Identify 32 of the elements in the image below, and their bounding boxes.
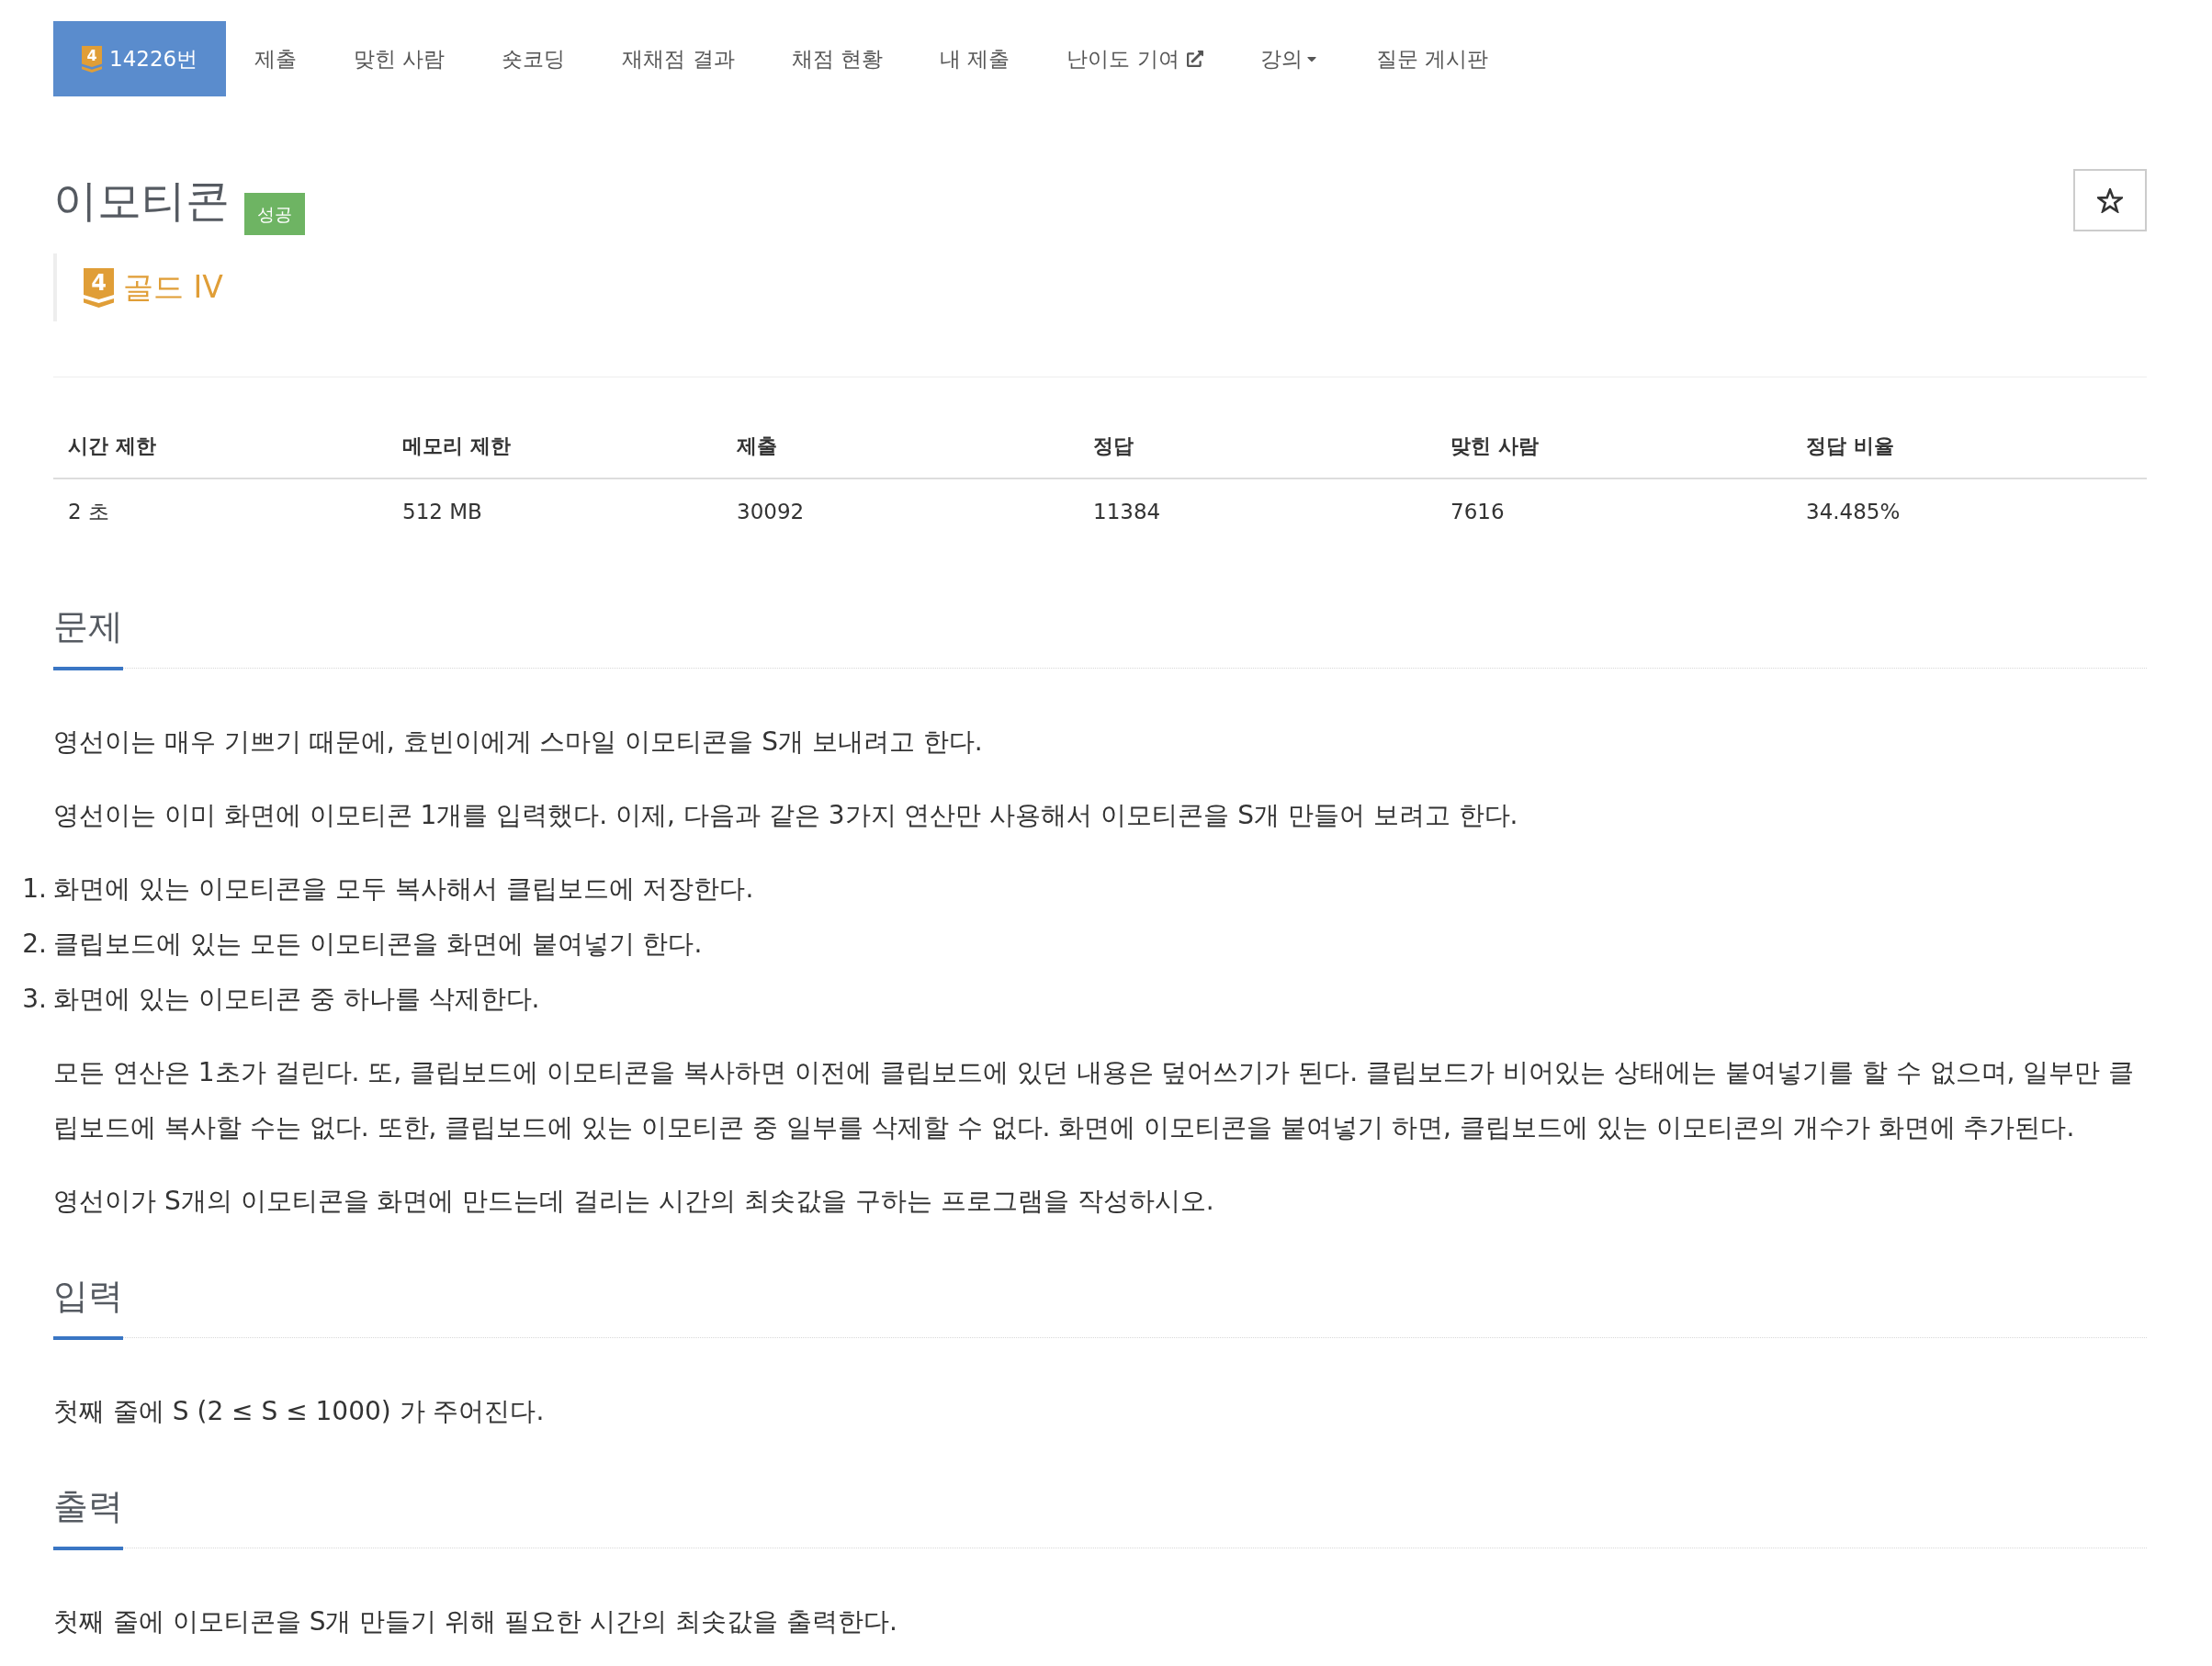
external-link-icon: [1186, 51, 1203, 67]
section-heading: 문제: [53, 605, 123, 670]
column-header: 메모리 제한: [401, 433, 512, 459]
table-cell-text: 2 초: [67, 498, 110, 525]
paragraph: 영선이는 매우 기쁘기 때문에, 효빈이에게 스마일 이모티콘을 S개 보내려고 한다.: [53, 726, 984, 759]
list-item-text: 클립보드에 있는 모든 이모티콘을 화면에 붙여넣기 한다.: [53, 928, 703, 961]
column-header: 정답 비율: [1805, 433, 1895, 459]
column-header: 맞힌 사람: [1450, 433, 1540, 459]
list-number: 1.: [21, 872, 47, 906]
paragraph: 모든 연산은 1초가 걸린다. 또, 클립보드에 이모티콘을 복사하면 이전에 클립보드에 있던 내용은 덮어쓰기가 된다. 클립보드가 비어있는 상태에는 붙여넣기를 할 수 없으며, 일부만 클립보드에 복사할 수는 없다. 또한, 클립보드에 있는 이모티콘 중 일부를 삭제할 수 없다. 화면에 이모티콘을 붙여넣기 하면, 클립보드에 있는 이모티콘의 개수가 화면에 추가된다.: [53, 1056, 2136, 1144]
favorite-button[interactable]: [2073, 169, 2147, 231]
list-item-text: 화면에 있는 이모티콘을 모두 복사해서 클립보드에 저장한다.: [53, 872, 754, 906]
column-header: 정답: [1092, 433, 1134, 459]
section-heading: 입력: [53, 1275, 123, 1340]
table-cell-text: 512 MB: [401, 498, 483, 525]
list-number: 3.: [21, 983, 47, 1016]
paragraph: 첫째 줄에 이모티콘을 S개 만들기 위해 필요한 시간의 최솟값을 출력한다.: [53, 1605, 898, 1638]
column-header: 제출: [736, 433, 778, 459]
list-item-text: 화면에 있는 이모티콘 중 하나를 삭제한다.: [53, 983, 540, 1016]
list-number: 2.: [21, 928, 47, 961]
table-cell-text: 34.485%: [1805, 498, 1902, 525]
problem-title: 이모티콘: [53, 174, 230, 228]
table-cell-text: 30092: [736, 498, 806, 525]
column-header: 시간 제한: [67, 433, 157, 459]
table-cell-text: 11384: [1092, 498, 1162, 525]
paragraph: 첫째 줄에 S (2 ≤ S ≤ 1000) 가 주어진다.: [53, 1395, 546, 1428]
table-cell-text: 7616: [1450, 498, 1506, 525]
paragraph: 영선이가 S개의 이모티콘을 화면에 만드는데 걸리는 시간의 최솟값을 구하는 프로그램을 작성하시오.: [53, 1185, 1215, 1218]
section-heading: 출력: [53, 1485, 123, 1550]
tier-label: 골드 IV: [123, 268, 223, 308]
paragraph: 영선이는 이미 화면에 이모티콘 1개를 입력했다. 이제, 다음과 같은 3가지 연산만 사용해서 이모티콘을 S개 만들어 보려고 한다.: [53, 799, 1519, 832]
result-badge: 성공: [244, 193, 305, 235]
